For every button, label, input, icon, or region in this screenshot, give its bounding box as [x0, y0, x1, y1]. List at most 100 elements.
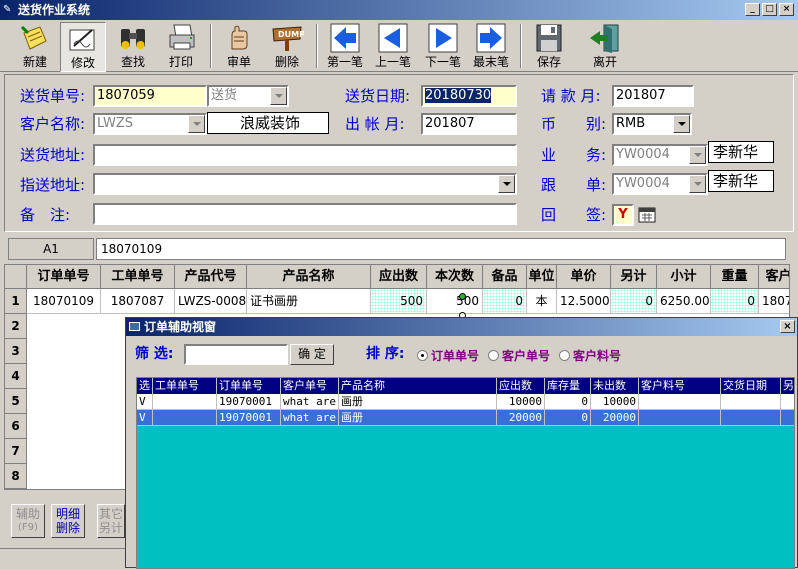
new-button[interactable]: 新建	[12, 22, 58, 72]
table-cell[interactable]: 10000	[497, 394, 545, 410]
table-cell[interactable]: 19070001	[217, 394, 281, 410]
col-header-select[interactable]: 选	[137, 378, 153, 394]
table-cell[interactable]: 1807087	[101, 289, 175, 314]
table-cell[interactable]	[721, 410, 781, 426]
order-assist-title-bar[interactable]: 订单辅助视窗 ×	[126, 318, 797, 336]
col-header-delivery-date[interactable]: 交货日期	[721, 378, 781, 394]
table-cell[interactable]: 本	[527, 289, 557, 314]
table-cell[interactable]	[639, 410, 721, 426]
table-cell[interactable]: 0	[545, 410, 591, 426]
filter-ok-button[interactable]: 确 定	[290, 344, 334, 365]
table-cell[interactable]: 证书画册	[247, 289, 371, 314]
table-cell[interactable]: 18070109	[27, 289, 101, 314]
find-button[interactable]: 查找	[110, 22, 156, 72]
cell-value-field[interactable]: 18070109	[96, 238, 786, 260]
col-header-extra[interactable]: 另计	[611, 265, 657, 289]
table-cell[interactable]: 500	[371, 289, 427, 314]
col-header-order-no[interactable]: 订单单号	[27, 265, 101, 289]
table-cell[interactable]: 0	[711, 289, 759, 314]
table-cell[interactable]: 19070001	[217, 410, 281, 426]
calendar-icon[interactable]	[637, 205, 657, 224]
ledger-month-field[interactable]: 201807	[421, 113, 517, 135]
col-header-product-code[interactable]: 产品代号	[175, 265, 247, 289]
col-header-order-no[interactable]: 订单单号	[217, 378, 281, 394]
other-charge-button[interactable]: 其它 另计	[97, 504, 125, 538]
col-header-stock[interactable]: 库存量	[545, 378, 591, 394]
minimize-button[interactable]: _	[745, 3, 760, 16]
save-button[interactable]: 保存	[526, 22, 572, 72]
table-cell[interactable]: 0	[611, 289, 657, 314]
close-button[interactable]: ×	[779, 3, 794, 16]
table-cell[interactable]: V	[137, 394, 153, 410]
table-cell[interactable]: 500	[427, 289, 483, 314]
table-cell[interactable]: 0	[483, 289, 527, 314]
table-cell[interactable]: 画册	[339, 410, 497, 426]
table-cell[interactable]	[153, 410, 217, 426]
col-header-customer[interactable]: 客户	[759, 265, 789, 289]
table-cell[interactable]: what are	[281, 410, 339, 426]
delivery-type-dropdown-button[interactable]	[270, 87, 287, 105]
table-cell[interactable]	[781, 394, 794, 410]
ship-to-dropdown-button[interactable]	[498, 175, 515, 193]
approve-button[interactable]: 审单	[216, 22, 262, 72]
table-cell[interactable]	[721, 394, 781, 410]
previous-record-button[interactable]: 上一笔	[370, 22, 416, 72]
print-button[interactable]: 打印	[158, 22, 204, 72]
resize-handle[interactable]	[459, 293, 466, 300]
table-cell[interactable]: 6250.00	[657, 289, 711, 314]
customer-dropdown-button[interactable]	[188, 115, 205, 133]
table-cell[interactable]	[781, 410, 794, 426]
col-header-weight[interactable]: 重量	[711, 265, 759, 289]
table-cell[interactable]: what are	[281, 394, 339, 410]
remark-field[interactable]	[93, 203, 517, 225]
last-record-button[interactable]: 最末笔	[468, 22, 514, 72]
maximize-button[interactable]: □	[762, 3, 777, 16]
ship-to-select[interactable]	[93, 173, 517, 195]
sales-dropdown-button[interactable]	[689, 146, 706, 164]
col-header-unit[interactable]: 单位	[527, 265, 557, 289]
assist-f9-button[interactable]: 辅助 (F9)	[11, 504, 45, 538]
col-header-customer-no[interactable]: 客户单号	[281, 378, 339, 394]
currency-dropdown-button[interactable]	[673, 115, 690, 133]
col-header-product-name[interactable]: 产品名称	[339, 378, 497, 394]
col-header-qty-due[interactable]: 应出数	[371, 265, 427, 289]
next-record-button[interactable]: 下一笔	[420, 22, 466, 72]
first-record-button[interactable]: 第一笔	[322, 22, 368, 72]
billing-month-field[interactable]: 201807	[612, 85, 694, 107]
table-cell[interactable]: 20000	[497, 410, 545, 426]
col-header-qty-due[interactable]: 应出数	[497, 378, 545, 394]
order-list-table[interactable]: 选 工单单号 订单单号 客户单号 产品名称 应出数 库存量 未出数 客户料号 交…	[136, 377, 795, 569]
row-number[interactable]: 2	[5, 314, 27, 339]
edit-button[interactable]: 修改	[60, 22, 106, 72]
table-cell[interactable]: 10000	[591, 394, 639, 410]
row-number[interactable]: 1	[5, 289, 27, 314]
col-header-unit-price[interactable]: 单价	[557, 265, 611, 289]
col-header-customer-part[interactable]: 客户料号	[639, 378, 721, 394]
table-cell[interactable]: 20000	[591, 410, 639, 426]
sort-radio-order-no[interactable]: 订单单号	[417, 347, 479, 364]
filter-input[interactable]	[184, 344, 288, 365]
col-header-spare[interactable]: 备品	[483, 265, 527, 289]
order-assist-close-button[interactable]: ×	[780, 320, 795, 333]
table-cell[interactable]: 12.5000	[557, 289, 611, 314]
delivery-no-field[interactable]: 1807059	[93, 85, 207, 107]
table-cell[interactable]: 1807	[759, 289, 789, 314]
row-number[interactable]: 8	[5, 464, 27, 489]
address-field[interactable]	[93, 144, 517, 166]
follow-dropdown-button[interactable]	[689, 175, 706, 193]
delivery-date-field[interactable]: 20180730	[421, 85, 517, 107]
row-number[interactable]: 6	[5, 414, 27, 439]
sort-radio-customer-part[interactable]: 客户料号	[559, 347, 621, 364]
return-sign-field[interactable]: Y	[612, 204, 634, 226]
table-cell[interactable]: 画册	[339, 394, 497, 410]
table-cell[interactable]: 0	[545, 394, 591, 410]
delete-detail-button[interactable]: 明细 删除	[51, 504, 85, 538]
table-cell[interactable]	[153, 394, 217, 410]
exit-button[interactable]: 离开	[582, 22, 628, 72]
col-header-product-name[interactable]: 产品名称	[247, 265, 371, 289]
row-number[interactable]: 3	[5, 339, 27, 364]
col-header-subtotal[interactable]: 小计	[657, 265, 711, 289]
table-cell[interactable]	[639, 394, 721, 410]
col-header-work-order[interactable]: 工单单号	[101, 265, 175, 289]
window-title-bar[interactable]: ✎ 送货作业系统 _ □ ×	[0, 0, 798, 20]
